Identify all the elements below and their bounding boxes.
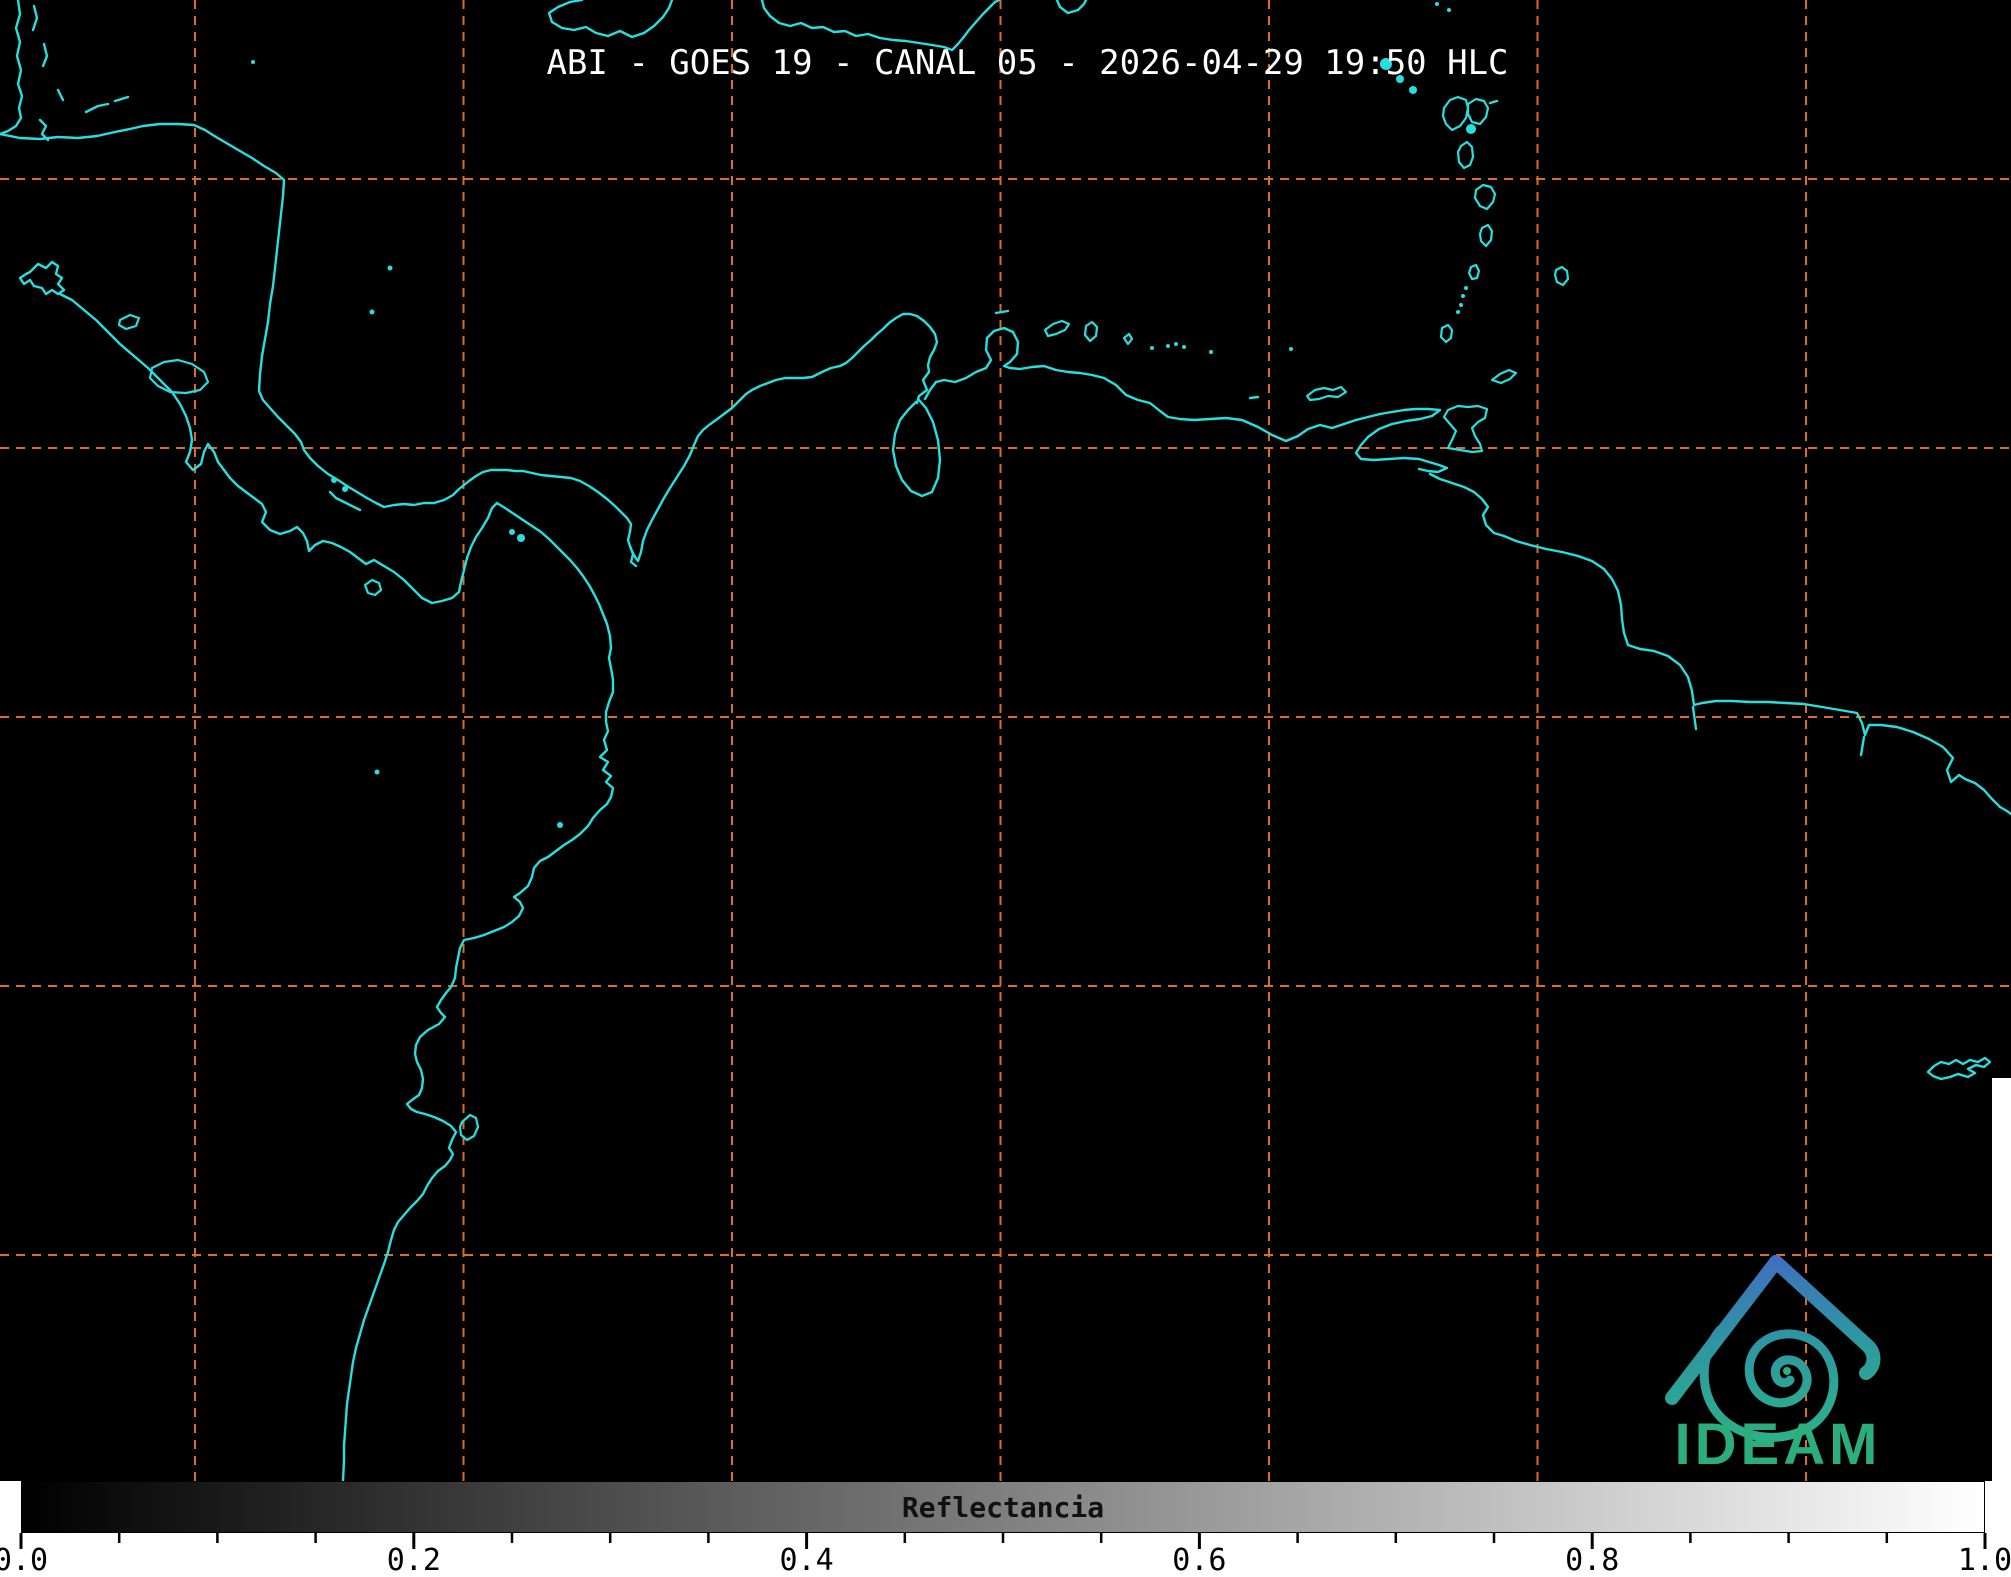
coastline xyxy=(923,326,1449,474)
islet-dot xyxy=(1182,345,1186,349)
islet-dot xyxy=(1150,346,1154,350)
islet-dot xyxy=(342,486,348,492)
island-outline xyxy=(1478,223,1494,248)
islet-dot xyxy=(331,477,337,483)
coastline xyxy=(1248,395,1260,400)
colorbar-tick-label: 0.8 xyxy=(1565,1543,1620,1577)
coastline xyxy=(1859,735,1866,757)
coastline xyxy=(328,490,362,512)
islet-dot xyxy=(1447,8,1451,12)
ideam-logo: IDEAM xyxy=(1665,1255,1882,1477)
coastline xyxy=(994,309,1010,315)
islet-dot xyxy=(1166,344,1170,348)
coastline xyxy=(113,95,130,103)
coastline xyxy=(31,4,39,32)
coastline xyxy=(84,102,110,114)
islet-dot xyxy=(1459,303,1463,307)
islet-dot xyxy=(1289,347,1293,351)
islet-dot xyxy=(369,309,375,315)
island-outline xyxy=(1442,404,1489,454)
islet-dot xyxy=(517,534,525,542)
no-data-strip xyxy=(1992,1078,2011,1481)
island-outline xyxy=(1305,385,1348,402)
island-outline xyxy=(1473,183,1497,211)
island-outline xyxy=(1083,320,1099,343)
coastline xyxy=(547,0,674,39)
coastline xyxy=(1926,1056,1992,1081)
islet-dot xyxy=(1464,286,1468,290)
colorbar-tick-label: 1.0 xyxy=(1957,1543,2011,1577)
island-outline xyxy=(1043,319,1071,338)
coastlines xyxy=(0,0,2011,1481)
island-outline xyxy=(1466,97,1490,126)
islet-dot xyxy=(557,822,563,828)
map-title: ABI - GOES 19 - CANAL 05 - 2026-04-29 19… xyxy=(546,43,1509,83)
coastline xyxy=(1488,99,1499,105)
graticule-gridlines xyxy=(0,0,2011,1481)
logo-spiral-eye xyxy=(1783,1367,1791,1375)
islet-dot xyxy=(374,769,380,775)
islet-dot xyxy=(1174,342,1178,346)
coastline xyxy=(1055,0,1088,15)
island-outline xyxy=(148,358,210,395)
coastline xyxy=(56,88,65,102)
islet-dot xyxy=(1466,124,1476,134)
satellite-product-page: IDEAM ABI - GOES 19 - CANAL 05 - 2026-04… xyxy=(0,0,2011,1577)
coastline xyxy=(0,122,939,563)
colorbar-ticks xyxy=(19,1533,1987,1549)
island-outline xyxy=(363,578,383,597)
islet-dot xyxy=(1409,86,1417,94)
islet-dot xyxy=(387,265,393,271)
island-outline xyxy=(117,313,141,331)
islet-dot xyxy=(1461,294,1465,298)
coastline xyxy=(38,118,50,142)
satellite-map: IDEAM xyxy=(0,0,2011,1481)
island-outline xyxy=(1441,95,1470,132)
colorbar-tick-label: 0.0 xyxy=(0,1543,49,1577)
island-outline xyxy=(1490,368,1518,385)
islet-dot xyxy=(1209,350,1213,354)
colorbar-tick-label: 0.2 xyxy=(386,1543,441,1577)
island-outline xyxy=(1553,265,1570,287)
island-outline xyxy=(1439,323,1454,344)
colorbar-label: Reflectancia xyxy=(901,1490,1105,1524)
island-outline xyxy=(1122,332,1134,346)
island-outline xyxy=(1456,140,1475,170)
colorbar-tick-label: 0.6 xyxy=(1172,1543,1227,1577)
islet-dot xyxy=(509,529,515,535)
reflectance-colorbar: Reflectancia xyxy=(21,1481,1985,1533)
coastline xyxy=(18,260,66,296)
colorbar-tick-label: 0.4 xyxy=(779,1543,834,1577)
islet-dot xyxy=(1456,310,1460,314)
logo-wordmark: IDEAM xyxy=(1675,1412,1882,1477)
coastline xyxy=(1428,472,2011,816)
coastline xyxy=(1691,705,1698,731)
island-outline xyxy=(1467,263,1481,281)
islet-dot xyxy=(1435,2,1439,6)
